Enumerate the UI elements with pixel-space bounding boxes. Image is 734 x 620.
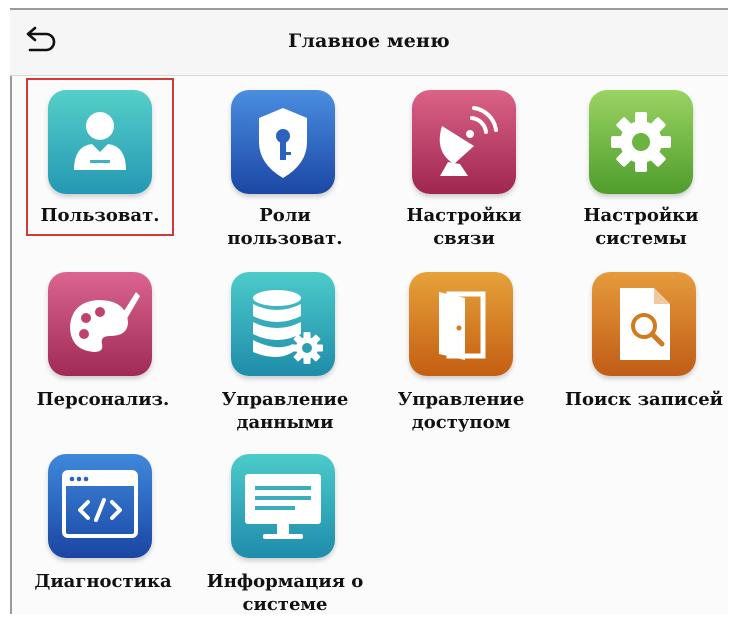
menu-item-label: Информация о системе [206, 571, 364, 615]
menu-item-comm-settings[interactable]: Настройки связи [374, 80, 554, 249]
document-search-icon [592, 272, 696, 376]
menu-item-label: Настройки связи [406, 205, 522, 249]
menu-item-search-records[interactable]: Поиск записей [564, 260, 724, 420]
menu-item-system-settings[interactable]: Настройки системы [576, 80, 706, 260]
menu-item-system-info[interactable]: Информация о системе [200, 444, 370, 616]
user-icon [48, 90, 152, 194]
menu-item-label: Настройки системы [583, 205, 699, 249]
header-bar: Главное меню [10, 10, 728, 76]
menu-item-data-management[interactable]: Управление данными [210, 260, 360, 440]
satellite-dish-icon [412, 90, 516, 194]
shield-key-icon [231, 90, 335, 194]
page-title: Главное меню [288, 30, 450, 52]
menu-item-personalize[interactable]: Персонализ. [28, 260, 178, 420]
monitor-icon [231, 454, 335, 558]
menu-item-diagnostics[interactable]: Диагностика [28, 444, 178, 600]
door-icon [409, 272, 513, 376]
menu-item-user-roles[interactable]: Роли пользоват. [200, 80, 370, 249]
menu-item-label: Персонализ. [36, 389, 170, 410]
menu-item-label: Поиск записей [564, 389, 724, 410]
menu-item-label: Управление данными [221, 389, 349, 433]
palette-icon [48, 272, 152, 376]
database-gear-icon [231, 272, 335, 376]
code-window-icon [48, 454, 152, 558]
menu-item-label: Роли пользоват. [227, 205, 343, 249]
menu-item-users[interactable]: Пользоват. [26, 78, 174, 236]
menu-item-label: Диагностика [34, 571, 172, 592]
menu-item-label: Управление доступом [397, 389, 525, 433]
menu-item-access-management[interactable]: Управление доступом [386, 260, 536, 440]
gear-icon [589, 90, 693, 194]
menu-item-label: Пользоват. [40, 205, 160, 226]
